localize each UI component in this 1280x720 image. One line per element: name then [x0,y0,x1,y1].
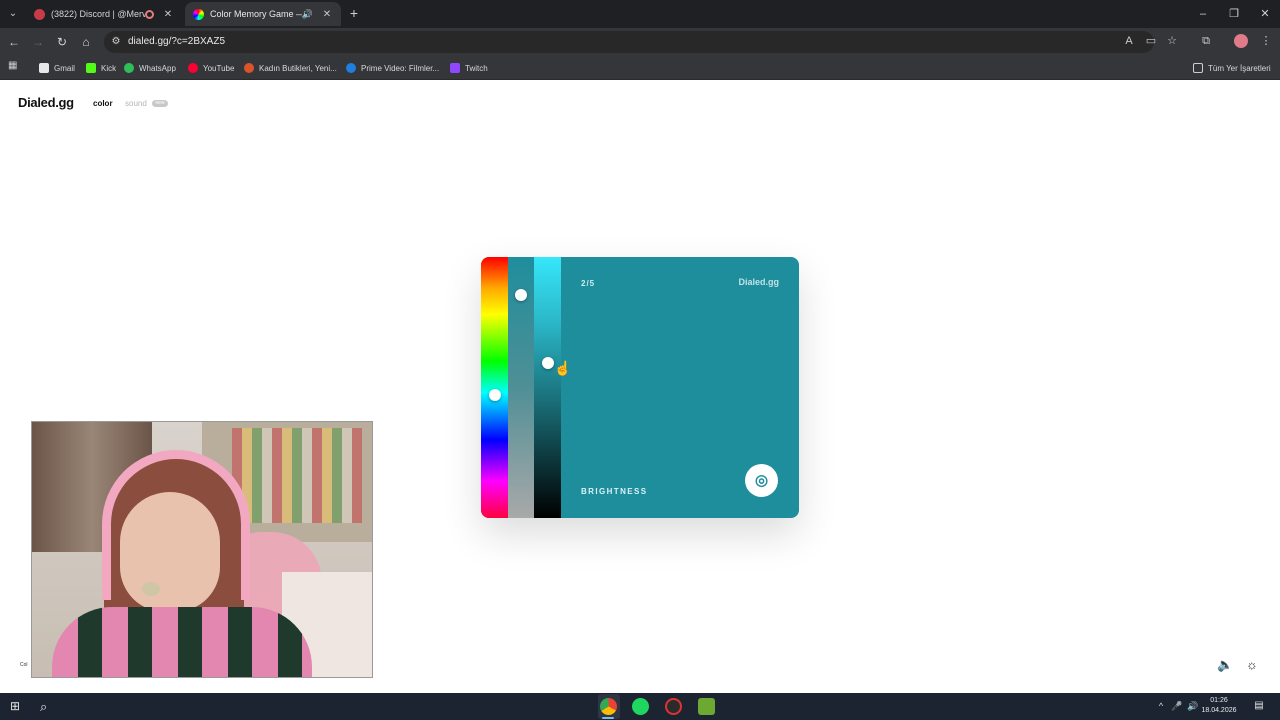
active-slider-label: BRIGHTNESS [581,487,648,496]
windows-start-icon[interactable]: ⊞ [10,700,23,713]
site-info-icon[interactable]: ⚙ [110,36,122,48]
minimize-icon[interactable]: – [1188,5,1218,23]
hue-slider-handle[interactable] [489,388,501,401]
brightness-slider-handle[interactable] [542,356,554,369]
tab-discord[interactable]: (3822) Discord | @Merv ✕ [26,2,182,26]
app-launcher-icon[interactable] [698,698,715,715]
target-check-icon: ◎ [754,472,769,489]
bookmark-gmail[interactable]: Gmail [39,61,75,75]
active-app-indicator [602,717,614,719]
webcam-overlay [31,421,373,678]
webcam-microphone [142,582,160,596]
clock-date: 18.04.2026 [1201,707,1237,714]
tab-title: (3822) Discord | @Merv [51,9,145,19]
site-logo[interactable]: Dialed.gg [18,95,74,110]
search-icon[interactable]: ⌕ [40,699,55,714]
bookmark-kick[interactable]: Kick [86,61,116,75]
mouse-pointer-icon: ☝ [554,360,572,376]
apps-grid-icon[interactable]: ▦ [8,61,18,71]
submit-guess-button[interactable]: ◎ [745,464,778,497]
cast-icon[interactable]: ▭ [1143,33,1159,49]
card-logo: Dialed.gg [738,277,779,287]
recording-icon [145,9,154,19]
bookmark-label: WhatsApp [139,63,176,73]
reload-icon[interactable]: ↻ [54,34,70,50]
bookmark-label: Kick [101,63,117,73]
youtube-icon [188,63,198,73]
taskbar-clock[interactable]: 01:26 18.04.2026 [1197,696,1241,716]
home-icon[interactable]: ⌂ [78,34,94,50]
all-bookmarks-label: Tüm Yer İşaretleri [1208,63,1271,73]
close-tab-icon[interactable]: ✕ [321,9,333,20]
nav-color-link[interactable]: color [93,99,113,108]
discord-favicon-icon [34,8,45,20]
round-counter: 2/5 [581,279,596,288]
tab-search-icon[interactable]: ⌄ [5,6,21,22]
chrome-icon[interactable] [600,698,617,715]
audio-playing-icon[interactable]: 🔊 [302,9,313,20]
webcam-striped-hoodie [52,607,312,677]
all-bookmarks[interactable]: Tüm Yer İşaretleri [1193,61,1271,75]
dialed-favicon-icon [193,8,204,20]
bookmark-whatsapp[interactable]: WhatsApp [124,61,176,75]
theme-toggle-icon[interactable]: ☼ [1244,657,1260,673]
bookmark-twitch[interactable]: Twitch [450,61,488,75]
shop-icon [244,63,254,73]
translate-icon[interactable]: A [1121,33,1137,49]
bookmark-label: Kadın Butikleri, Yeni... [259,63,337,73]
bookmark-kadin-butikleri[interactable]: Kadın Butikleri, Yeni... [244,61,337,75]
back-icon[interactable]: ← [6,34,22,50]
close-window-icon[interactable]: ✕ [1250,5,1280,23]
bookmark-youtube[interactable]: YouTube [188,61,234,75]
folder-icon [1193,63,1203,73]
menu-kebab-icon[interactable]: ⋮ [1258,33,1274,49]
twitch-icon [450,63,460,73]
extensions-icon[interactable]: ⧉ [1198,33,1214,49]
url-text[interactable]: dialed.gg/?c=2BXAZ5 [128,36,225,47]
new-badge: new [152,100,168,107]
obs-icon[interactable] [665,698,682,715]
notification-center-icon[interactable]: ▤ [1252,699,1266,713]
tray-overflow-icon[interactable]: ^ [1155,700,1167,712]
new-tab-button[interactable]: + [347,6,361,20]
spotify-icon[interactable] [632,698,649,715]
kick-icon [86,63,96,73]
bookmark-label: Twitch [465,63,488,73]
gmail-icon [39,63,49,73]
bookmark-label: YouTube [203,63,235,73]
partially-hidden-label: Col [20,662,28,668]
webcam-headset [102,450,250,600]
bookmark-label: Prime Video: Filmler... [361,63,440,73]
tab-color-memory-game[interactable]: Color Memory Game — Ho 🔊 ✕ [185,2,341,26]
nav-sound-link[interactable]: sound [125,99,147,108]
profile-avatar[interactable] [1234,34,1248,48]
hue-slider[interactable] [481,257,508,518]
brightness-slider[interactable] [534,257,561,518]
close-tab-icon[interactable]: ✕ [162,9,174,20]
bookmark-star-icon[interactable]: ☆ [1164,33,1180,49]
prime-video-icon [346,63,356,73]
forward-icon[interactable]: → [30,34,46,50]
restore-icon[interactable]: ❐ [1219,5,1249,23]
tab-title: Color Memory Game — Ho [210,9,302,19]
webcam-photo-collage [232,428,362,523]
bookmark-label: Gmail [54,63,75,73]
address-bar[interactable] [104,31,1154,53]
microphone-icon[interactable]: 🎤 [1171,700,1183,712]
color-game-card: 2/5 Dialed.gg BRIGHTNESS ◎ [481,257,799,518]
clock-time: 01:26 [1210,697,1228,704]
whatsapp-icon [124,63,134,73]
sound-toggle-icon[interactable]: 🔈 [1217,657,1233,673]
bookmark-prime-video[interactable]: Prime Video: Filmler... [346,61,439,75]
